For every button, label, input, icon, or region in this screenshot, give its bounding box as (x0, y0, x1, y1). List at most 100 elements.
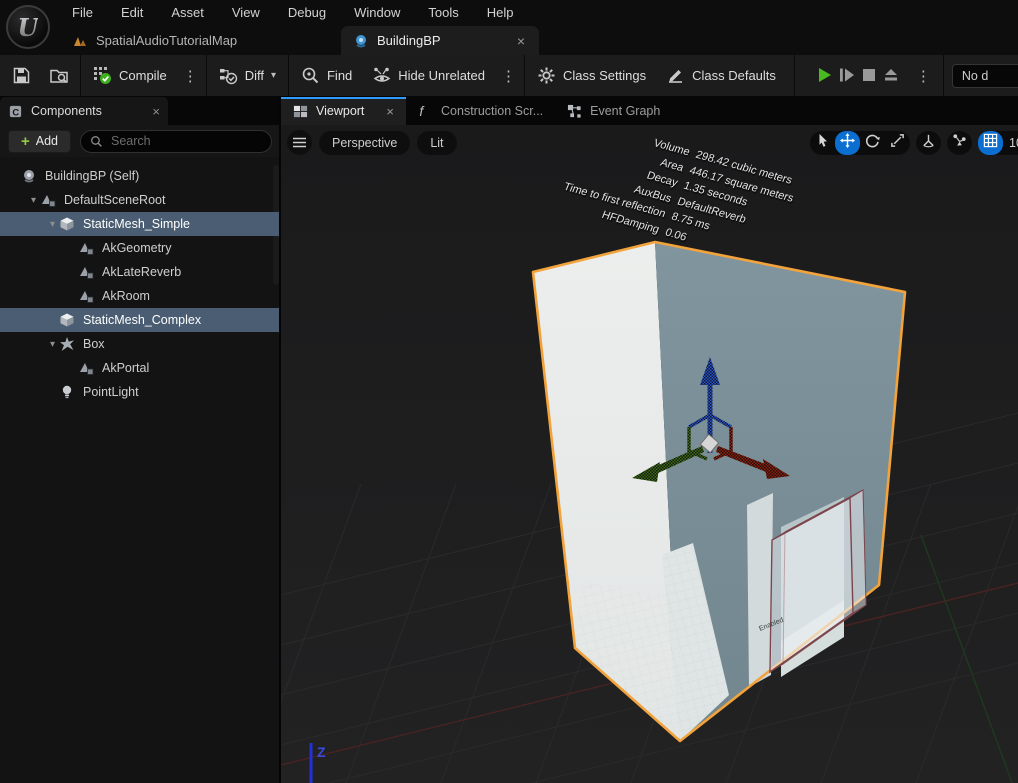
viewport-menu-button[interactable] (287, 130, 312, 155)
grid-snap-button[interactable] (978, 131, 1003, 155)
unreal-logo-icon: U (6, 5, 50, 49)
tab-components[interactable]: C Components × (0, 97, 168, 125)
compile-options-button[interactable]: ⋮ (177, 67, 204, 85)
tab-construction-scr[interactable]: fConstruction Scr... (406, 97, 555, 125)
viewport-left-controls: Perspective Lit (287, 130, 457, 155)
menu-file[interactable]: File (58, 0, 107, 26)
asset-tab-spatialaudiotutorialmap[interactable]: SpatialAudioTutorialMap (60, 26, 268, 55)
pencil-icon (666, 66, 685, 85)
add-component-button[interactable]: + Add (8, 130, 71, 153)
close-icon[interactable]: × (515, 33, 527, 49)
class-settings-button[interactable]: Class Settings (527, 61, 656, 91)
components-icon: C (8, 104, 23, 119)
asset-tab-buildingbp[interactable]: BuildingBP× (341, 26, 539, 55)
search-input[interactable] (109, 133, 262, 149)
component-search-box[interactable] (80, 130, 272, 153)
viewport-tab-icon (293, 104, 308, 119)
scale-tool-button[interactable] (885, 131, 910, 155)
browse-icon (49, 66, 68, 85)
diff-button[interactable]: Diff ▾ (209, 61, 286, 91)
hide-unrelated-label: Hide Unrelated (398, 68, 485, 83)
grid-snap-control: 10 (978, 131, 1018, 155)
compile-button[interactable]: Compile (83, 61, 177, 91)
select-tool-button[interactable] (810, 131, 835, 155)
hide-unrelated-button[interactable]: Hide Unrelated (362, 61, 495, 91)
rotate-tool-button[interactable] (860, 131, 885, 155)
component-label: AkLateReverb (102, 265, 181, 279)
component-row[interactable]: AkRoom (0, 284, 280, 308)
viewport-3d[interactable]: Z (281, 125, 1018, 783)
component-label: Box (83, 337, 105, 351)
component-row[interactable]: PointLight (0, 380, 280, 404)
scene-component-icon (78, 360, 95, 377)
component-row[interactable]: ▾ Box (0, 332, 280, 356)
save-button[interactable] (0, 61, 39, 91)
scene-component-icon (78, 288, 95, 305)
rotate-icon (865, 133, 880, 153)
expander-arrow-icon[interactable]: ▾ (27, 195, 40, 206)
menu-bar: FileEditAssetViewDebugWindowToolsHelp (58, 0, 528, 26)
components-toolbar: + Add (0, 125, 280, 157)
class-defaults-button[interactable]: Class Defaults (656, 61, 786, 91)
component-row[interactable]: BuildingBP (Self) (0, 164, 280, 188)
perspective-dropdown[interactable]: Perspective (319, 131, 410, 155)
component-row[interactable]: AkGeometry (0, 236, 280, 260)
menu-asset[interactable]: Asset (157, 0, 218, 26)
component-row[interactable]: AkPortal (0, 356, 280, 380)
find-icon (301, 66, 320, 85)
frame-skip-button[interactable] (839, 67, 855, 85)
tab-label: Viewport (316, 104, 364, 118)
hamburger-icon (293, 137, 306, 148)
component-row[interactable]: ▾DefaultSceneRoot (0, 188, 280, 212)
event-graph-icon (567, 104, 582, 119)
grid-snap-value[interactable]: 10 (1009, 136, 1018, 150)
menu-help[interactable]: Help (473, 0, 528, 26)
menu-window[interactable]: Window (340, 0, 414, 26)
building-static-mesh[interactable] (533, 242, 905, 741)
component-tree: BuildingBP (Self)▾DefaultSceneRoot▾Stati… (0, 157, 280, 783)
component-row[interactable]: ▾ StaticMesh_Simple (0, 212, 280, 236)
diff-icon (219, 66, 238, 85)
component-row[interactable]: AkLateReverb (0, 260, 280, 284)
tab-viewport[interactable]: Viewport × (281, 97, 406, 125)
close-icon[interactable]: × (386, 104, 394, 119)
box-collision-icon (59, 336, 76, 353)
coordinate-space-button[interactable] (916, 131, 941, 155)
world-y-axis-line (921, 535, 1018, 783)
tab-label: Construction Scr... (441, 104, 543, 118)
browse-button[interactable] (39, 61, 78, 91)
play-options-button[interactable]: ⋮ (910, 67, 937, 85)
level-icon (72, 33, 88, 49)
component-label: BuildingBP (Self) (45, 169, 139, 183)
hide-unrelated-options-button[interactable]: ⋮ (495, 67, 522, 85)
close-icon[interactable]: × (152, 104, 160, 119)
play-button[interactable] (817, 67, 833, 85)
expander-arrow-icon[interactable]: ▾ (46, 219, 59, 230)
surface-snap-button[interactable] (947, 131, 972, 155)
menu-edit[interactable]: Edit (107, 0, 157, 26)
world-axis-icon (921, 133, 936, 153)
find-label: Find (327, 68, 352, 83)
compile-label: Compile (119, 68, 167, 83)
scene-component-icon (78, 264, 95, 281)
menu-tools[interactable]: Tools (414, 0, 472, 26)
debug-object-dropdown[interactable]: No d (952, 64, 1018, 88)
component-label: StaticMesh_Simple (83, 217, 190, 231)
expander-arrow-icon[interactable]: ▾ (46, 339, 59, 350)
tab-event-graph[interactable]: Event Graph (555, 97, 672, 125)
menu-debug[interactable]: Debug (274, 0, 340, 26)
move-tool-button[interactable] (835, 131, 860, 155)
grid-icon (983, 133, 998, 153)
menu-view[interactable]: View (218, 0, 274, 26)
stop-button[interactable] (861, 67, 877, 85)
point-light-icon (59, 384, 76, 401)
world-z-axis-marker: Z (311, 743, 326, 783)
find-button[interactable]: Find (291, 61, 362, 91)
save-icon (12, 66, 31, 85)
add-label: Add (36, 134, 58, 148)
view-mode-dropdown[interactable]: Lit (417, 131, 456, 155)
eject-button[interactable] (883, 67, 899, 85)
component-row[interactable]: StaticMesh_Complex (0, 308, 280, 332)
asset-tab-label: SpatialAudioTutorialMap (96, 33, 237, 48)
static-mesh-icon (59, 216, 76, 233)
